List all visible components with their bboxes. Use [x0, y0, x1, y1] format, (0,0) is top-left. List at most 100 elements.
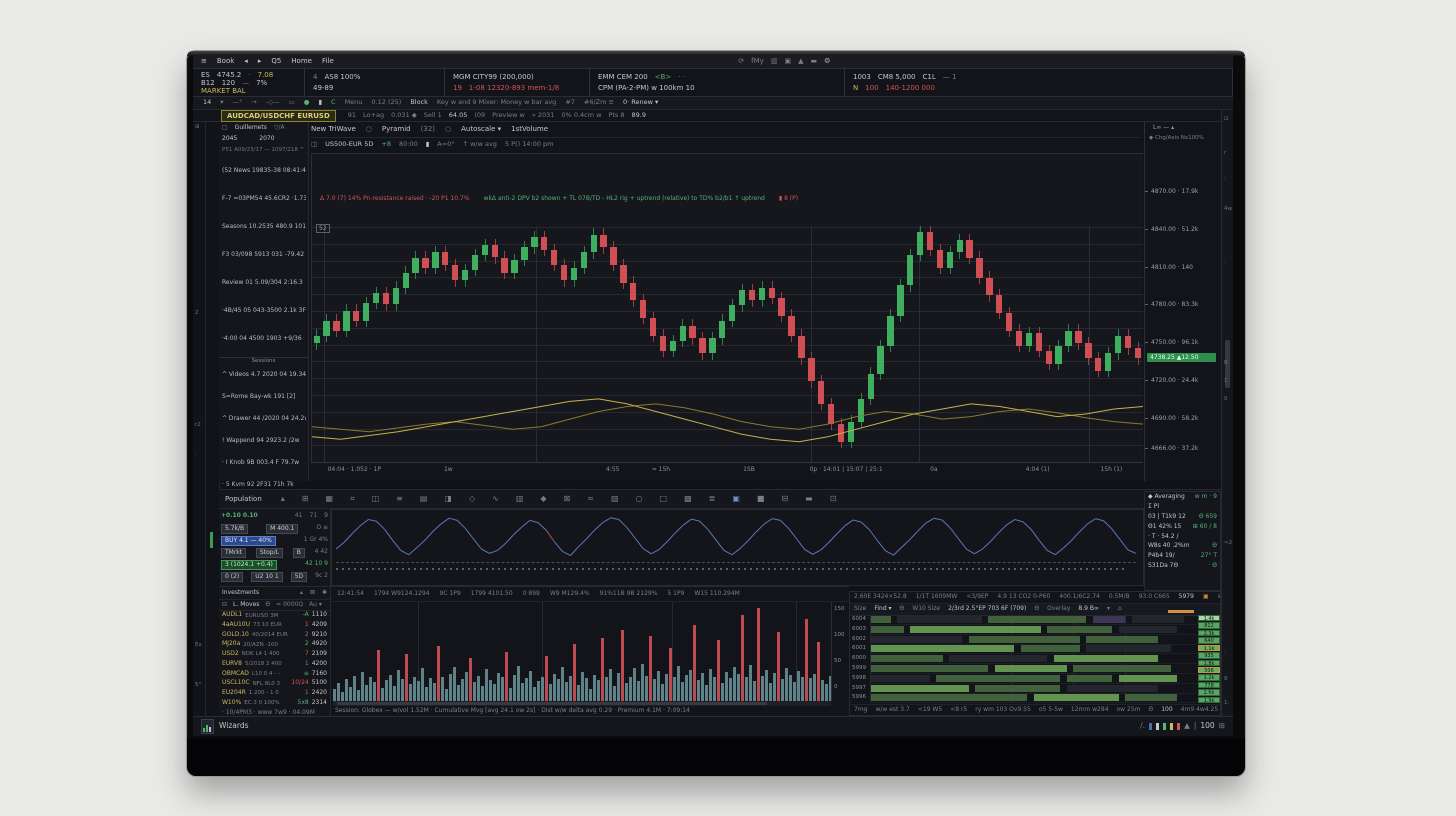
study-tool-icon[interactable]: ∿	[492, 494, 499, 503]
chart-tab[interactable]: Pyramid	[382, 125, 411, 133]
buy-order-selected[interactable]: BUY 4.1 — 40%	[221, 536, 276, 546]
study-tool-icon[interactable]: ▦	[326, 494, 334, 503]
chart-tab[interactable]: Autoscale ▾	[461, 125, 501, 133]
ladder-cell[interactable]: 1.9k	[1198, 697, 1220, 703]
right-scroll-rail[interactable]: ⊡r:4w·B10≈2·81·B°	[1221, 110, 1233, 716]
watchlist-filter[interactable]: ≈ 0000Q	[276, 602, 303, 609]
sidebar-header-item[interactable]: Guillemets	[235, 125, 267, 132]
rail-glyph[interactable]: ·	[195, 452, 197, 458]
menu-home[interactable]: Home	[291, 57, 312, 65]
order-type-button[interactable]: B	[293, 548, 305, 558]
trade-log-row[interactable]: S=Rome Bay-wk 191 [2]	[222, 393, 306, 400]
toolbar-item[interactable]: C	[331, 99, 336, 106]
watchlist-row[interactable]: GOLD.1040/2014 EUR29210	[219, 630, 330, 640]
toolbar-item[interactable]: ▮	[318, 99, 322, 106]
ladder-cell[interactable]: 812	[1198, 622, 1220, 628]
watchlist-tool-icon[interactable]: ▴	[300, 590, 303, 597]
study-toolbar-label[interactable]: Population	[225, 495, 262, 503]
watchlist-row[interactable]: MJ20a20/AZN -10024920	[219, 640, 330, 650]
active-symbol-badge[interactable]: AUDCAD/USDCHF EURUSD	[221, 110, 336, 122]
order-type-button[interactable]: Stop/L	[256, 548, 283, 558]
rail-glyph[interactable]: 0	[1224, 396, 1228, 402]
rail-glyph[interactable]: 1·	[1224, 700, 1229, 706]
toolbar-item[interactable]: Menu	[345, 99, 363, 106]
rail-glyph[interactable]: ⊡	[1224, 116, 1229, 122]
badge-icon[interactable]: ❾	[824, 57, 830, 65]
rail-glyph[interactable]: r	[1224, 150, 1226, 156]
toolbar-item[interactable]: Key w and 9 Mixer: Money w bar avg	[437, 99, 556, 106]
study-tool-icon[interactable]: ◨	[444, 494, 452, 503]
rail-glyph[interactable]: r2	[195, 422, 201, 428]
sidebar-header-item[interactable]: □	[222, 125, 228, 132]
ladder-cell[interactable]: 778	[1198, 682, 1220, 688]
depth-setting[interactable]: Overlay	[1047, 606, 1070, 613]
delta-line-panel[interactable]	[331, 509, 1144, 586]
ladder-cell[interactable]: 935	[1198, 652, 1220, 658]
toolbar-item[interactable]: Block	[410, 99, 428, 106]
toolbar-item[interactable]: #6/Zm ≡	[584, 99, 614, 106]
watchlist-row[interactable]: USD2NOK L4 1 40072109	[219, 650, 330, 660]
rail-glyph[interactable]: 4w	[1224, 206, 1232, 212]
rail-glyph[interactable]: ⊞	[195, 124, 200, 130]
watchlist-filter[interactable]: L. Moves	[233, 602, 259, 609]
layout-icon[interactable]: ▥	[771, 57, 778, 65]
order-misc-button[interactable]: 5D	[291, 572, 307, 582]
toolbar-item[interactable]: 0· Renew ▾	[623, 99, 658, 106]
study-tool-icon[interactable]: ◆	[540, 494, 546, 503]
toolbar-item[interactable]: ▭	[289, 99, 295, 106]
order-type-button[interactable]: TMrkt	[221, 548, 246, 558]
depth-setting[interactable]: ⌂	[1118, 606, 1122, 613]
watchlist-tool-icon[interactable]: ✱	[322, 590, 327, 597]
depth-heatmap[interactable]: 600460036002600160005999599859975996	[870, 615, 1197, 703]
rail-glyph[interactable]: 5°	[195, 682, 201, 688]
study-tool-icon[interactable]: ▣	[732, 494, 740, 503]
trade-log-row[interactable]: F-7 =03PM54 45.6CR2 ·1.73	[222, 195, 306, 202]
menu-q5[interactable]: Q5	[271, 57, 281, 65]
menu-book[interactable]: Book	[217, 57, 234, 65]
ladder-cell[interactable]: 2.6k	[1198, 689, 1220, 695]
toolbar-item[interactable]: ●	[304, 99, 310, 106]
ladder-cell[interactable]: 1.8k	[1198, 660, 1220, 666]
depth-setting[interactable]: Θ	[1034, 606, 1039, 613]
volume-histogram[interactable]	[333, 602, 832, 701]
trade-log-row[interactable]: ^ Drawer 44 /2020 04 24.2w	[222, 415, 306, 422]
grid-icon[interactable]: ▣	[784, 57, 791, 65]
depth-setting[interactable]: 2/3rd 2.5°EP 703 6F (709)	[948, 606, 1026, 613]
study-tool-icon[interactable]: ▩	[684, 494, 692, 503]
rail-glyph[interactable]: :	[1224, 176, 1226, 182]
watchlist-tool-icon[interactable]: ⊠	[310, 590, 315, 597]
depth-setting[interactable]: 8.9 B∞	[1078, 606, 1099, 613]
study-tool-icon[interactable]: ○	[636, 494, 643, 503]
study-tool-icon[interactable]: ⊞	[302, 494, 309, 503]
rail-glyph[interactable]: 1	[1224, 378, 1228, 384]
ladder-cell[interactable]: 1.2k	[1198, 674, 1220, 680]
watchlist-row[interactable]: OBMCADL10 0 4 - -≡7160	[219, 669, 330, 679]
menu-file[interactable]: File	[322, 57, 334, 65]
rail-glyph[interactable]: Ex	[195, 642, 202, 648]
rail-glyph[interactable]: 2	[195, 310, 199, 316]
study-tool-icon[interactable]: □	[660, 494, 668, 503]
refresh-icon[interactable]: ⟳	[738, 57, 744, 65]
study-tool-icon[interactable]: ⊟	[781, 494, 788, 503]
back-icon[interactable]: ◂	[244, 57, 248, 65]
depth-setting[interactable]: W10 Size	[912, 606, 940, 613]
trade-log-row[interactable]: · I Knob 9B 003.4 F 79.7w	[222, 459, 306, 466]
study-tool-icon[interactable]: ◫	[372, 494, 380, 503]
chart-tab[interactable]: ○	[445, 125, 451, 133]
watchlist-row[interactable]: USCL10CNFL 8L0 310/245100	[219, 679, 330, 689]
study-tool-icon[interactable]: ■	[757, 494, 765, 503]
sidebar-header-item[interactable]: ▽/A	[274, 125, 285, 132]
depth-setting[interactable]: Θ	[900, 606, 905, 613]
depth-setting[interactable]: Size	[854, 606, 866, 613]
study-tool-icon[interactable]: ≣	[709, 494, 716, 503]
chart-tab[interactable]: New TriWave	[311, 125, 356, 133]
trade-log-row[interactable]: F3 03/098 5913 031 -79.42	[222, 251, 306, 258]
study-tool-icon[interactable]: ⊡	[830, 494, 837, 503]
app-menu-icon[interactable]: ≡	[201, 57, 207, 65]
taskbar-chart-icon[interactable]	[201, 719, 214, 734]
ladder-cell[interactable]: 1.1k	[1198, 645, 1220, 651]
depth-setting[interactable]: ▾	[1107, 606, 1110, 613]
toolbar-item[interactable]: ▾	[220, 99, 223, 106]
study-tool-icon[interactable]: ▧	[611, 494, 619, 503]
chart-tab[interactable]: 1stVolume	[511, 125, 548, 133]
